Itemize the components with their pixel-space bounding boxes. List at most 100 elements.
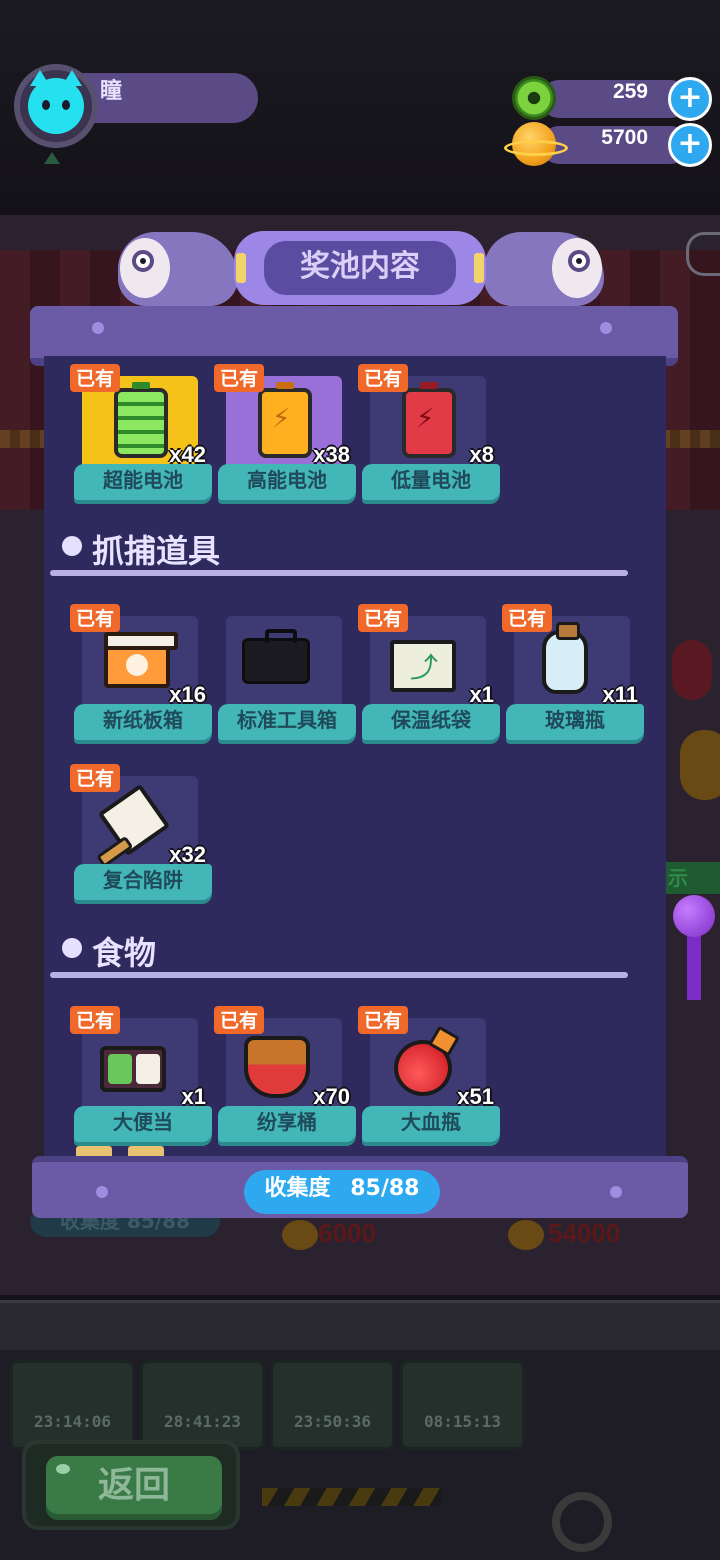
prize-name: 标准工具箱 — [218, 704, 356, 740]
prize-count: x51 — [457, 1084, 494, 1109]
bg-coin-icon — [508, 1220, 544, 1250]
owned-badge: 已有 — [358, 1006, 409, 1034]
chicken-bucket-icon — [244, 1036, 310, 1098]
prize-name: 大便当 — [74, 1106, 212, 1142]
section-divider — [50, 972, 628, 978]
prize-card[interactable]: 已有 x38 高能电池 — [214, 364, 358, 502]
bg-joystick-stick — [687, 930, 701, 1000]
rivet — [600, 322, 612, 334]
prize-list-panel[interactable]: 已有 x42 超能电池 已有 x38 高能电池 已有 x8 低量电池 抓捕道具 … — [44, 356, 666, 1156]
bg-slot: 28:41:23 — [140, 1360, 265, 1450]
collection-value: 85/88 — [350, 1176, 420, 1201]
prize-card[interactable]: 已有 x42 超能电池 — [70, 364, 214, 502]
bg-timer: 28:41:23 — [163, 1412, 242, 1431]
bg-price: 6000 — [318, 1218, 376, 1248]
bg-slot: 23:14:06 — [10, 1360, 135, 1450]
bg-hazard-stripe — [262, 1488, 442, 1506]
toolbox-icon — [242, 629, 310, 684]
coin-amount: 5700 — [601, 126, 648, 149]
prize-name: 玻璃瓶 — [506, 704, 644, 740]
prize-name: 超能电池 — [74, 464, 212, 500]
back-button[interactable]: 返回 — [46, 1456, 222, 1520]
next-row-peek — [128, 1146, 164, 1156]
bg-coin-icon — [282, 1220, 318, 1250]
bg-magnifier-icon — [552, 1492, 612, 1552]
prize-card[interactable]: 已有 x8 低量电池 — [358, 364, 502, 502]
chevron-up-icon — [44, 152, 60, 164]
bullet-icon — [62, 938, 82, 958]
prize-count: x32 — [169, 842, 206, 867]
prize-name: 新纸板箱 — [74, 704, 212, 740]
bg-timer: 08:15:13 — [423, 1412, 502, 1431]
popup-title-plaque: 奖池内容 — [234, 231, 486, 305]
collection-progress: 收集度 85/88 — [244, 1170, 440, 1214]
bento-icon — [100, 1046, 166, 1092]
coin-icon — [504, 122, 568, 166]
section-title: 食物 — [92, 934, 157, 972]
prize-name: 复合陷阱 — [74, 864, 212, 900]
prize-card[interactable]: 已有 x11 玻璃瓶 — [502, 604, 646, 742]
bg-price: 54000 — [548, 1218, 621, 1248]
fish-decoration-icon — [484, 232, 604, 306]
bullet-icon — [62, 536, 82, 556]
prize-name: 高能电池 — [218, 464, 356, 500]
bg-side-item — [672, 640, 712, 700]
bg-slot: 23:50:36 — [270, 1360, 395, 1450]
coin-counter: 5700 + — [504, 122, 712, 167]
next-row-peek — [76, 1146, 112, 1156]
prize-card[interactable]: 已有 x16 新纸板箱 — [70, 604, 214, 742]
prize-count: x1 — [469, 682, 494, 707]
prize-count: x11 — [602, 682, 639, 707]
bg-joystick-ball — [673, 895, 715, 937]
bg-slot: 08:15:13 — [400, 1360, 525, 1450]
prize-card[interactable]: 标准工具箱 — [218, 612, 358, 742]
owned-badge: 已有 — [502, 604, 553, 632]
scroll-bottom-rail: 收集度 85/88 — [32, 1156, 688, 1218]
avatar[interactable] — [14, 64, 98, 148]
owned-badge: 已有 — [214, 1006, 265, 1034]
glass-jar-icon — [542, 622, 588, 694]
prize-name: 大血瓶 — [362, 1106, 500, 1142]
prize-card[interactable]: 已有 x51 大血瓶 — [358, 1006, 502, 1144]
gem-amount: 259 — [612, 80, 648, 103]
battery-icon — [258, 382, 312, 458]
prize-card[interactable]: 已有 x32 复合陷阱 — [70, 764, 214, 902]
battery-icon — [114, 382, 168, 458]
owned-badge: 已有 — [70, 604, 121, 632]
section-divider — [50, 570, 628, 576]
rivet — [610, 1186, 622, 1198]
owned-badge: 已有 — [358, 364, 409, 392]
add-gems-button[interactable]: + — [668, 77, 712, 121]
bg-side-tab: 示 — [660, 862, 720, 894]
cardboard-box-icon — [104, 632, 178, 688]
owned-badge: 已有 — [214, 364, 265, 392]
collection-label: 收集度 — [264, 1176, 331, 1201]
rivet — [96, 1186, 108, 1198]
battery-icon — [402, 382, 456, 458]
fish-decoration-icon — [118, 232, 238, 306]
prize-count: x1 — [181, 1084, 206, 1109]
back-button-frame: 返回 — [22, 1440, 240, 1530]
prize-name: 纷享桶 — [218, 1106, 356, 1142]
prize-count: x38 — [313, 442, 350, 467]
prize-count: x70 — [313, 1084, 350, 1109]
add-coins-button[interactable]: + — [668, 123, 712, 167]
prize-name: 低量电池 — [362, 464, 500, 500]
owned-badge: 已有 — [70, 1006, 121, 1034]
bg-clip-icon — [686, 232, 720, 276]
cat-avatar-icon — [28, 70, 84, 134]
owned-badge: 已有 — [70, 764, 121, 792]
prize-card[interactable]: 已有 x70 纷享桶 — [214, 1006, 358, 1144]
bg-side-item — [680, 730, 720, 800]
bg-timer: 23:50:36 — [293, 1412, 372, 1431]
prize-card[interactable]: 已有 x1 保温纸袋 — [358, 604, 502, 742]
bg-timer: 23:14:06 — [33, 1412, 112, 1431]
prize-card[interactable]: 已有 x1 大便当 — [70, 1006, 214, 1144]
owned-badge: 已有 — [358, 604, 409, 632]
prize-count: x42 — [169, 442, 206, 467]
bg-shelf — [0, 1300, 720, 1350]
rivet — [92, 322, 104, 334]
health-potion-icon — [394, 1040, 452, 1096]
player-name: 瞳 — [100, 79, 123, 104]
popup-title: 奖池内容 — [264, 241, 456, 295]
